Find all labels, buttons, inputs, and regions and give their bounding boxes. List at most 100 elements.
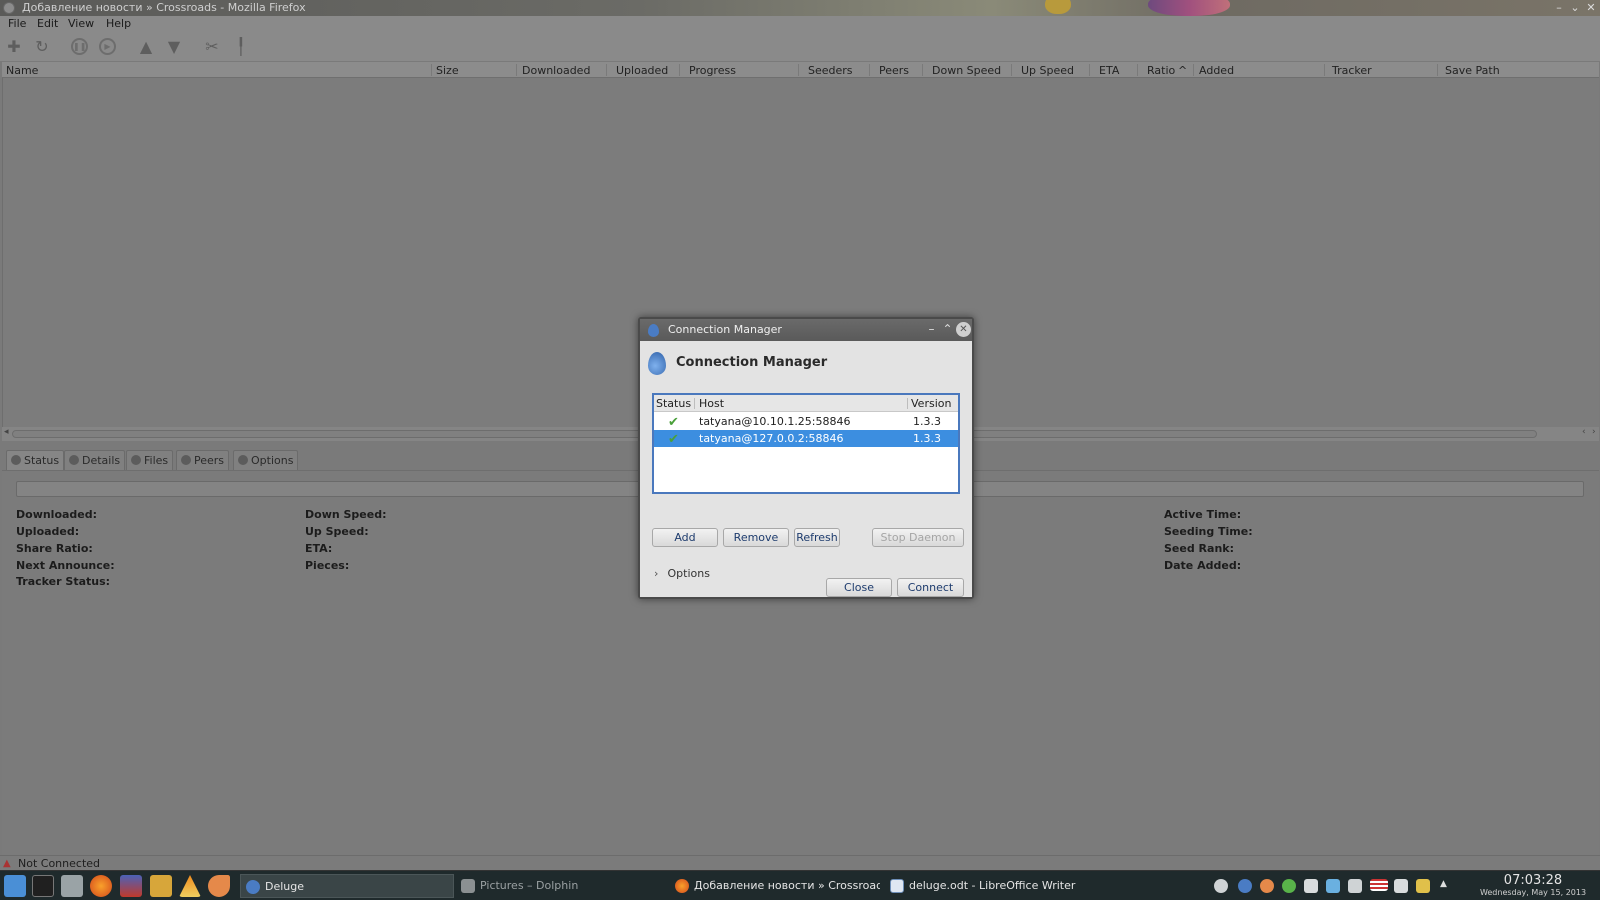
menu-edit[interactable]: Edit — [37, 17, 58, 30]
peers-icon — [181, 455, 191, 465]
column-uploaded[interactable]: Uploaded — [616, 64, 668, 77]
column-downloaded[interactable]: Downloaded — [522, 64, 590, 77]
dialog-titlebar[interactable]: Connection Manager – ⌃ ✕ — [640, 319, 972, 341]
column-added[interactable]: Added — [1199, 64, 1234, 77]
maximize-icon[interactable]: ⌄ — [1568, 1, 1582, 15]
column-peers[interactable]: Peers — [879, 64, 909, 77]
column-version[interactable]: Version — [911, 397, 951, 410]
status-icon — [11, 455, 21, 465]
clipboard-icon[interactable] — [1416, 879, 1430, 893]
options-icon — [238, 455, 248, 465]
preferences-icon[interactable]: ✂ — [203, 38, 221, 56]
tab-label: Options — [251, 454, 294, 467]
pause-icon[interactable]: ❚❚ — [71, 38, 88, 55]
next-announce-label: Next Announce: — [16, 559, 115, 572]
menubar: File Edit View Help — [0, 16, 1600, 33]
info-icon[interactable] — [1214, 879, 1228, 893]
remove-button[interactable]: Remove — [723, 528, 789, 547]
minimize-icon[interactable]: – — [1552, 1, 1566, 15]
column-save-path[interactable]: Save Path — [1445, 64, 1500, 77]
xchat-icon[interactable] — [150, 875, 172, 897]
clover-icon[interactable] — [1282, 879, 1296, 893]
queue-up-icon[interactable]: ▲ — [137, 38, 155, 56]
banshee-icon[interactable] — [208, 875, 230, 897]
column-separator — [694, 398, 695, 409]
up-speed-label: Up Speed: — [305, 525, 369, 538]
tab-status[interactable]: Status — [6, 450, 65, 470]
maximize-icon[interactable]: ⌃ — [940, 322, 955, 337]
scissors-icon[interactable] — [1348, 879, 1362, 893]
stop-daemon-label: Stop Daemon — [880, 531, 956, 544]
chevron-right-icon: › — [654, 567, 659, 580]
tab-peers[interactable]: Peers — [176, 450, 230, 470]
scroll-right-icon[interactable]: › — [1592, 427, 1596, 437]
column-down-speed[interactable]: Down Speed — [932, 64, 1001, 77]
column-separator — [1137, 64, 1138, 76]
tab-options[interactable]: Options — [233, 450, 299, 470]
column-separator — [1193, 64, 1194, 76]
add-icon[interactable]: ✚ — [5, 38, 23, 56]
firefox-icon[interactable] — [90, 875, 112, 897]
tab-files[interactable]: Files — [126, 450, 174, 470]
menu-view[interactable]: View — [68, 17, 94, 30]
column-ratio[interactable]: Ratio — [1147, 64, 1175, 77]
options-expander[interactable]: › Options — [654, 567, 710, 580]
menu-help[interactable]: Help — [106, 17, 131, 30]
window-title: Добавление новости » Crossroads - Mozill… — [22, 1, 306, 14]
statusbar: ▲ Not Connected — [0, 855, 1600, 870]
taskbar-item-libreoffice[interactable]: deluge.odt - LibreOffice Writer — [885, 874, 1095, 898]
online-check-icon: ✔ — [668, 415, 679, 430]
scroll-left-icon[interactable]: ◂ — [4, 427, 9, 437]
menu-file[interactable]: File — [8, 17, 26, 30]
tray-expand-icon[interactable]: ▲ — [1440, 879, 1448, 893]
task-label: deluge.odt - LibreOffice Writer — [909, 879, 1076, 892]
column-progress[interactable]: Progress — [689, 64, 736, 77]
clock[interactable]: 07:03:28 Wednesday, May 15, 2013 — [1468, 873, 1598, 898]
close-icon[interactable]: ✕ — [1584, 1, 1598, 15]
terminal-icon[interactable] — [32, 875, 54, 897]
connection-manager-icon[interactable]: ╿ — [232, 38, 250, 56]
close-button[interactable]: Close — [826, 578, 892, 597]
host-row-selected[interactable]: ✔ tatyana@127.0.0.2:58846 1.3.3 — [654, 430, 958, 447]
banshee-tray-icon[interactable] — [1260, 879, 1274, 893]
tab-details[interactable]: Details — [64, 450, 126, 470]
column-separator — [869, 64, 870, 76]
taskbar-item-firefox[interactable]: Добавление новости » Crossroad — [670, 874, 880, 898]
column-seeders[interactable]: Seeders — [808, 64, 853, 77]
host-list-header: Status Host Version — [654, 395, 958, 412]
shield-icon[interactable] — [1304, 879, 1318, 893]
queue-down-icon[interactable]: ▼ — [165, 38, 183, 56]
connect-button[interactable]: Connect — [897, 578, 964, 597]
column-status[interactable]: Status — [656, 397, 691, 410]
disconnected-icon[interactable]: ▲ — [3, 858, 11, 869]
minimize-icon[interactable]: – — [924, 322, 939, 337]
close-icon[interactable]: ✕ — [956, 322, 971, 337]
host-row[interactable]: ✔ tatyana@10.10.1.25:58846 1.3.3 — [654, 413, 958, 430]
scroll-left-icon[interactable]: ‹ — [1582, 427, 1586, 437]
refresh-button[interactable]: Refresh — [794, 528, 840, 547]
column-name[interactable]: Name — [6, 64, 38, 77]
remove-icon[interactable]: ↻ — [33, 38, 51, 56]
host-list[interactable]: Status Host Version ✔ tatyana@10.10.1.25… — [652, 393, 960, 494]
task-label: Добавление новости » Crossroad — [694, 879, 880, 892]
java-icon[interactable] — [120, 875, 142, 897]
wallpaper-balloon — [1045, 0, 1071, 14]
file-manager-icon[interactable] — [61, 875, 83, 897]
taskbar-item-dolphin[interactable]: Pictures – Dolphin — [456, 874, 666, 898]
column-separator — [431, 64, 432, 76]
column-up-speed[interactable]: Up Speed — [1021, 64, 1074, 77]
deluge-tray-icon[interactable] — [1238, 879, 1252, 893]
us-flag-icon[interactable] — [1370, 879, 1388, 891]
column-host[interactable]: Host — [699, 397, 724, 410]
resume-icon[interactable]: ▶ — [99, 38, 116, 55]
vlc-icon[interactable] — [179, 875, 201, 897]
dropbox-icon[interactable] — [1326, 879, 1340, 893]
application-menu-icon[interactable] — [4, 875, 26, 897]
add-button[interactable]: Add — [652, 528, 718, 547]
clock-date: Wednesday, May 15, 2013 — [1479, 888, 1587, 897]
column-size[interactable]: Size — [436, 64, 459, 77]
volume-icon[interactable] — [1394, 879, 1408, 893]
column-tracker[interactable]: Tracker — [1332, 64, 1372, 77]
column-eta[interactable]: ETA — [1099, 64, 1119, 77]
taskbar-item-deluge[interactable]: Deluge — [240, 874, 454, 898]
